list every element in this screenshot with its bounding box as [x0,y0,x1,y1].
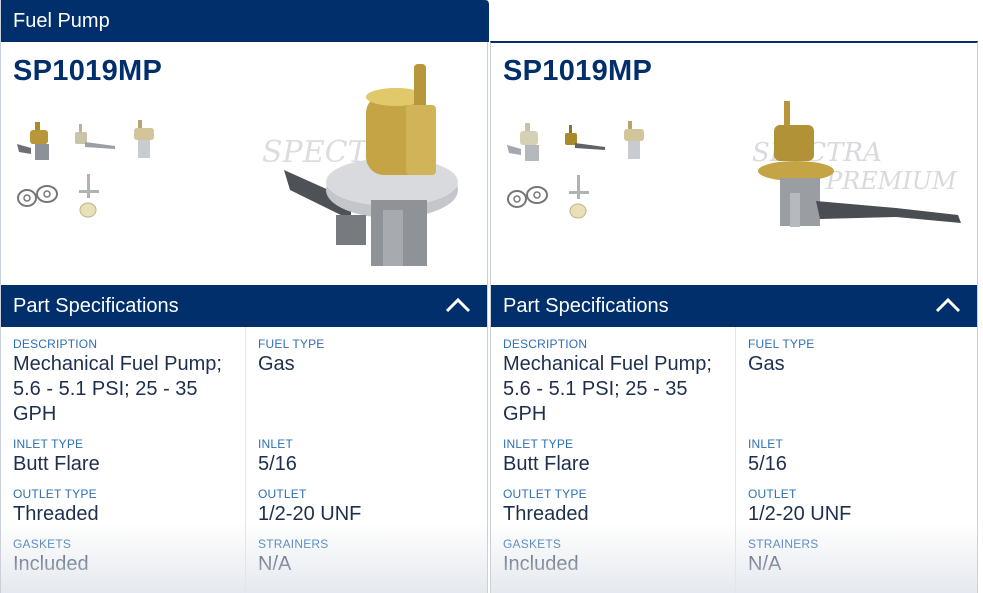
thumbnail-top-view[interactable] [125,118,170,166]
part-specifications-header[interactable]: Part Specifications [1,285,487,327]
thumbnail-gasket[interactable] [13,172,63,220]
spec-fuel-type: FUEL TYPE Gas [748,337,968,377]
spec-label: OUTLET TYPE [503,487,587,501]
spec-inlet: INLET 5/16 [748,437,787,477]
svg-text:PREMIUM: PREMIUM [825,167,958,195]
spec-outlet: OUTLET 1/2-20 UNF [258,487,361,527]
part-number: SP1019MP [503,55,653,87]
thumbnail-gallery [13,118,223,228]
spec-label: OUTLET [748,487,797,501]
spec-value: N/A [748,553,782,575]
spec-value: N/A [258,553,292,575]
spec-label: INLET TYPE [503,437,574,451]
thumbnail-front-view[interactable] [13,118,63,166]
spec-outlet: OUTLET 1/2-20 UNF [748,487,851,527]
spec-label: STRAINERS [748,537,819,551]
spec-strainers: STRAINERS N/A [258,537,328,577]
spec-label: INLET TYPE [13,437,84,451]
spec-fuel-type: FUEL TYPE Gas [258,337,478,377]
thumbnail-front-view[interactable] [503,119,553,167]
spec-strainers: STRAINERS N/A [748,537,818,577]
spec-label: DESCRIPTION [503,337,588,351]
spec-inlet-type: INLET TYPE Butt Flare [13,437,100,477]
part-number: SP1019MP [13,55,163,87]
chevron-up-icon[interactable] [935,295,961,315]
category-tab-label: Fuel Pump [13,10,110,32]
thumbnail-side-view[interactable] [559,119,610,167]
thumbnail-gallery [503,119,713,229]
spec-value: Gas [258,353,295,375]
spec-value: Butt Flare [503,453,590,475]
thumbnail-top-view[interactable] [615,119,660,167]
thumbnail-side-view[interactable] [69,118,120,166]
spec-label: INLET [258,437,294,451]
spec-inlet-type: INLET TYPE Butt Flare [503,437,590,477]
spec-outlet-type: OUTLET TYPE Threaded [503,487,589,527]
spec-gaskets: GASKETS Included [503,537,579,577]
spec-value: 1/2-20 UNF [258,503,362,525]
spec-label: INLET [748,437,784,451]
spec-value: 1/2-20 UNF [748,503,852,525]
product-main-image[interactable]: SPECTRA PREMIUM [746,53,968,281]
spec-value: 5/16 [258,453,297,475]
thumbnail-bottom-view[interactable] [559,173,600,223]
spec-value: Gas [748,353,785,375]
spec-label: OUTLET TYPE [13,487,97,501]
spec-description: DESCRIPTION Mechanical Fuel Pump; 5.6 - … [13,337,233,427]
spec-value: Mechanical Fuel Pump; 5.6 - 5.1 PSI; 25 … [503,353,712,425]
spec-label: GASKETS [13,537,72,551]
spec-value: Included [13,553,89,575]
spec-value: Threaded [503,503,589,525]
thumbnail-bottom-view[interactable] [69,172,110,222]
spec-column-divider [245,327,246,593]
spec-label: GASKETS [503,537,562,551]
part-specifications-title: Part Specifications [13,295,179,317]
chevron-up-icon[interactable] [445,295,471,315]
spec-label: STRAINERS [258,537,329,551]
spec-value: 5/16 [748,453,787,475]
product-card-2: SP1019MP SPECTRA PREMIUM Part Specificat… [490,41,978,593]
spec-label: OUTLET [258,487,307,501]
spec-value: Threaded [13,503,99,525]
part-specifications-header[interactable]: Part Specifications [491,285,977,327]
spec-label: FUEL TYPE [258,337,325,351]
spec-value: Mechanical Fuel Pump; 5.6 - 5.1 PSI; 25 … [13,353,222,425]
spec-inlet: INLET 5/16 [258,437,297,477]
spec-value: Butt Flare [13,453,100,475]
spec-value: Included [503,553,579,575]
spec-outlet-type: OUTLET TYPE Threaded [13,487,99,527]
thumbnail-gasket[interactable] [503,173,553,221]
product-card-1: Fuel Pump SP1019MP SPECTRA Part Specific… [0,0,489,593]
spec-gaskets: GASKETS Included [13,537,89,577]
spec-column-divider [735,327,736,593]
category-tab[interactable]: Fuel Pump [1,0,489,42]
spec-label: FUEL TYPE [748,337,815,351]
spec-description: DESCRIPTION Mechanical Fuel Pump; 5.6 - … [503,337,723,427]
part-specifications-title: Part Specifications [503,295,669,317]
product-main-image[interactable]: SPECTRA [256,50,478,278]
spec-label: DESCRIPTION [13,337,98,351]
